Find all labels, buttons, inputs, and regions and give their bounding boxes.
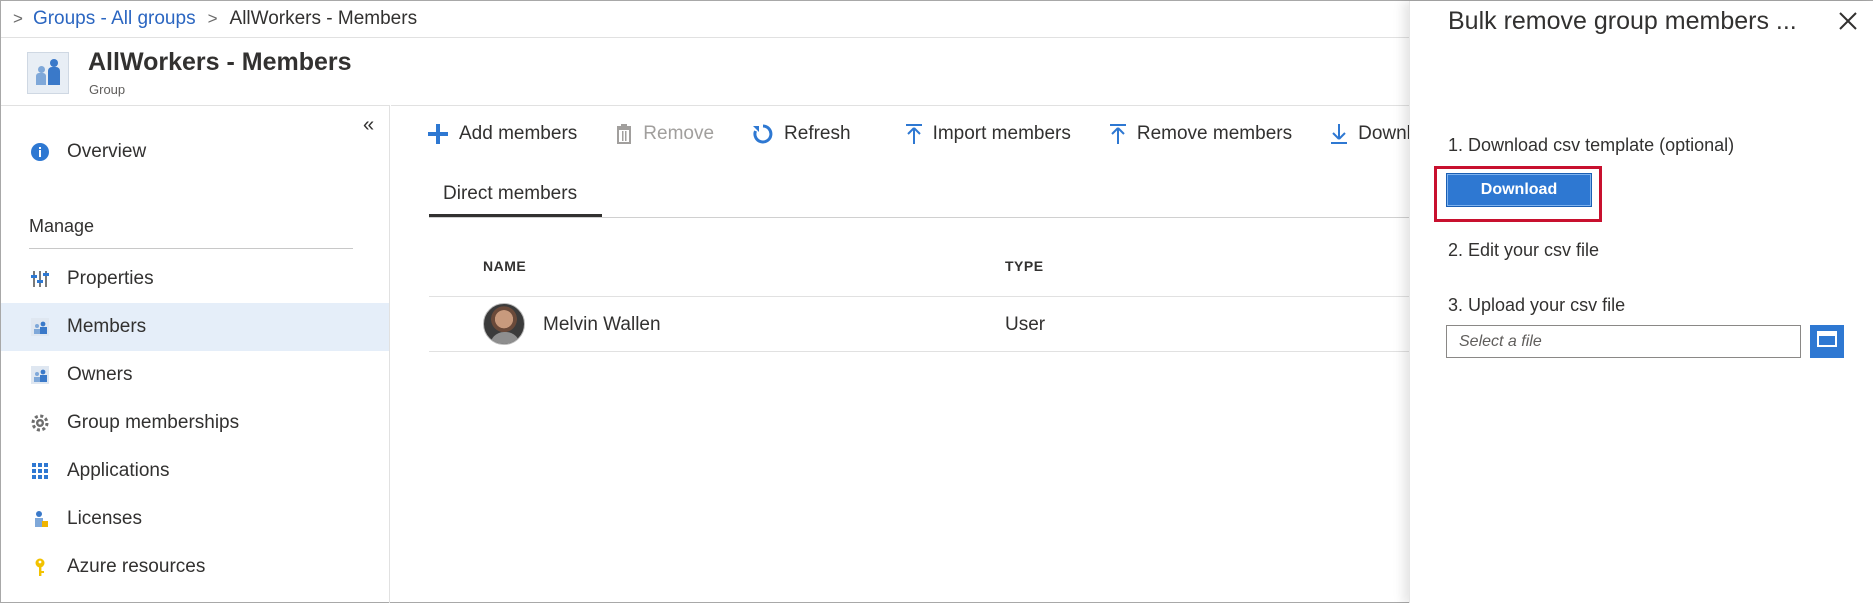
app-frame: > Groups - All groups > AllWorkers - Mem… — [0, 0, 1873, 603]
step-3-label: 3. Upload your csv file — [1448, 295, 1626, 315]
member-type: User — [1005, 314, 1046, 335]
properties-icon — [29, 268, 51, 290]
panel-title: Bulk remove group members ... — [1448, 7, 1797, 35]
refresh-button[interactable]: Refresh — [752, 123, 851, 145]
breadcrumb-link-groups[interactable]: Groups - All groups — [33, 8, 196, 30]
applications-grid-icon — [29, 460, 51, 482]
column-header-type[interactable]: TYPE — [1005, 258, 1044, 274]
folder-icon — [1816, 329, 1838, 354]
refresh-icon — [752, 123, 774, 145]
chevron-right-icon: > — [13, 9, 23, 28]
download-template-button[interactable]: Download — [1446, 173, 1592, 207]
upload-icon — [1109, 123, 1127, 145]
sidebar-item-group-memberships[interactable]: Group memberships — [1, 399, 389, 447]
step-1-label: 1. Download csv template (optional) — [1448, 135, 1735, 155]
sidebar-item-label: Members — [67, 316, 147, 337]
divider — [429, 296, 1409, 297]
breadcrumb-current: AllWorkers - Members — [229, 8, 418, 29]
file-select-input[interactable] — [1446, 325, 1801, 358]
tab-direct-members[interactable]: Direct members — [429, 181, 591, 217]
browse-folder-button[interactable] — [1810, 325, 1844, 358]
section-heading-manage: Manage — [29, 216, 95, 236]
add-members-label: Add members — [459, 122, 578, 144]
sidebar-item-label: Properties — [67, 268, 154, 289]
sidebar: « Overview Manage Properties Members Own… — [1, 105, 390, 603]
download-members-label: Downlo — [1358, 122, 1409, 144]
bulk-remove-panel: Bulk remove group members ... 1. Downloa… — [1409, 1, 1873, 603]
download-icon — [1330, 123, 1348, 145]
close-icon[interactable] — [1836, 9, 1860, 33]
sidebar-item-members[interactable]: Members — [1, 303, 389, 351]
divider — [429, 217, 1409, 218]
group-icon — [27, 52, 69, 94]
gear-icon — [29, 412, 51, 434]
divider — [29, 248, 353, 249]
sidebar-item-label: Owners — [67, 364, 133, 385]
command-bar: Add members Remove Refresh Import member… — [391, 105, 1409, 161]
member-name[interactable]: Melvin Wallen — [543, 314, 661, 336]
page-title: AllWorkers - Members — [88, 48, 352, 76]
page-header: AllWorkers - Members Group — [1, 37, 1409, 105]
members-icon — [29, 316, 51, 338]
owners-icon — [29, 364, 51, 386]
step-2-label: 2. Edit your csv file — [1448, 240, 1600, 260]
remove-members-button[interactable]: Remove members — [1109, 123, 1292, 145]
download-members-button[interactable]: Downlo — [1330, 123, 1409, 145]
sidebar-item-label: Licenses — [67, 508, 142, 529]
add-members-button[interactable]: Add members — [427, 123, 577, 145]
info-icon — [29, 141, 51, 163]
avatar — [483, 303, 525, 345]
remove-members-label: Remove members — [1136, 122, 1293, 144]
plus-icon — [427, 123, 449, 145]
sidebar-item-azure-resources[interactable]: Azure resources — [1, 543, 389, 591]
page-subtitle: Group — [89, 82, 126, 97]
import-members-button[interactable]: Import members — [905, 123, 1071, 145]
upload-icon — [905, 123, 923, 145]
breadcrumb: > Groups - All groups > AllWorkers - Mem… — [13, 5, 417, 33]
sidebar-item-owners[interactable]: Owners — [1, 351, 389, 399]
licenses-icon — [29, 508, 51, 530]
refresh-label: Refresh — [784, 122, 851, 144]
sidebar-item-overview[interactable]: Overview — [1, 128, 389, 176]
remove-button[interactable]: Remove — [615, 123, 714, 145]
sidebar-item-licenses[interactable]: Licenses — [1, 495, 389, 543]
sidebar-item-applications[interactable]: Applications — [1, 447, 389, 495]
sidebar-item-label: Azure resources — [67, 556, 206, 577]
import-members-label: Import members — [932, 122, 1071, 144]
remove-label: Remove — [643, 122, 715, 144]
chevron-right-icon: > — [207, 9, 218, 28]
sidebar-item-properties[interactable]: Properties — [1, 255, 389, 303]
sidebar-item-label: Group memberships — [67, 412, 240, 433]
sidebar-item-label: Overview — [67, 141, 147, 162]
divider — [429, 351, 1409, 352]
column-header-name[interactable]: NAME — [483, 258, 526, 274]
trash-icon — [615, 123, 633, 144]
key-icon — [29, 556, 51, 578]
sidebar-item-label: Applications — [67, 460, 170, 481]
